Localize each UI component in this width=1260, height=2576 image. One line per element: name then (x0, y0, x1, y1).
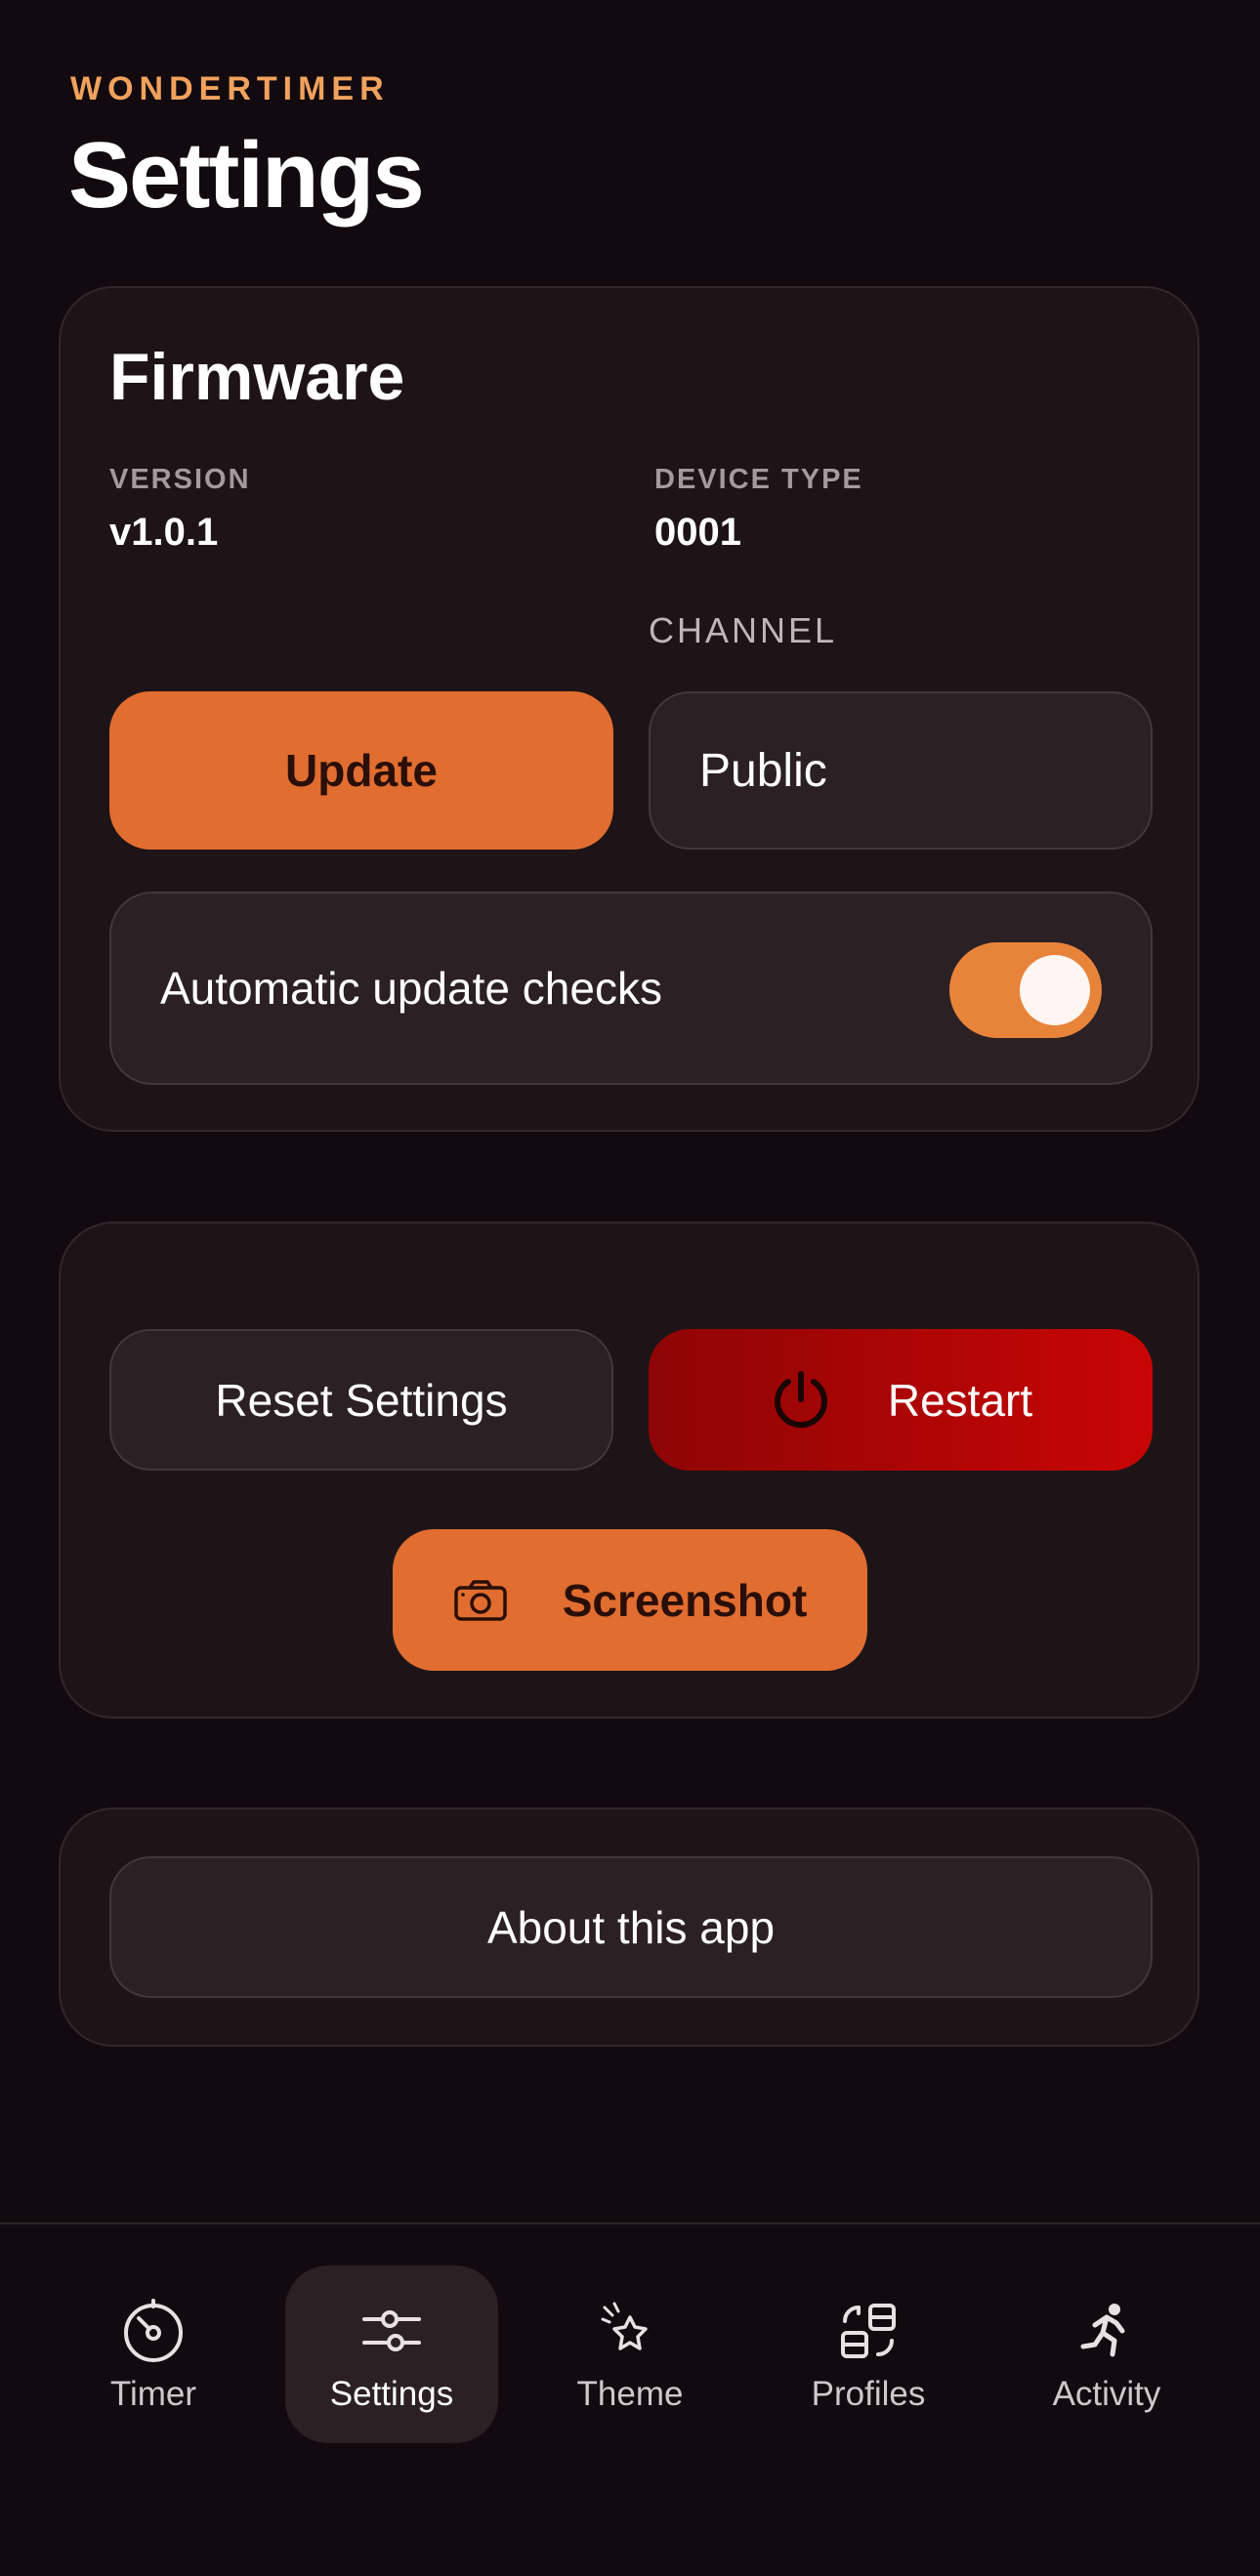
toggle-knob (1020, 955, 1090, 1025)
screenshot-button[interactable]: Screenshot (393, 1529, 867, 1671)
channel-label: CHANNEL (649, 610, 838, 650)
about-label: About this app (486, 1901, 776, 1953)
device-type-value: 0001 (654, 511, 741, 554)
tab-settings[interactable]: Settings (285, 2265, 498, 2443)
reset-settings-button[interactable]: Reset Settings (109, 1329, 613, 1471)
firmware-title: Firmware (109, 340, 405, 414)
tab-profiles-label: Profiles (811, 2375, 926, 2413)
sliders-icon (360, 2295, 423, 2367)
brand-name: WONDERTIMER (70, 70, 390, 107)
about-button[interactable]: About this app (109, 1856, 1153, 1998)
device-type-label: DEVICE TYPE (654, 464, 863, 495)
firmware-card: Firmware VERSION v1.0.1 DEVICE TYPE 0001… (59, 286, 1199, 1132)
running-icon (1075, 2295, 1138, 2367)
power-icon (769, 1368, 833, 1433)
auto-update-label: Automatic update checks (160, 963, 662, 1014)
page-title: Settings (68, 123, 425, 228)
tab-settings-label: Settings (329, 2375, 454, 2413)
tab-activity-label: Activity (1052, 2375, 1161, 2413)
channel-select-value: Public (699, 744, 827, 797)
tab-timer[interactable]: Timer (47, 2265, 260, 2443)
tab-theme-label: Theme (576, 2375, 684, 2413)
reset-settings-label: Reset Settings (215, 1374, 508, 1426)
auto-update-row: Automatic update checks (109, 892, 1153, 1085)
timer-icon (119, 2295, 188, 2367)
tab-timer-label: Timer (109, 2375, 197, 2413)
camera-icon (453, 1579, 508, 1622)
version-value: v1.0.1 (109, 511, 219, 554)
version-label: VERSION (109, 464, 251, 495)
actions-card: Reset Settings Restart Screenshot (59, 1222, 1199, 1719)
theme-icon (599, 2295, 661, 2367)
tab-activity[interactable]: Activity (1000, 2265, 1213, 2443)
channel-select[interactable]: Public (649, 691, 1153, 850)
update-button-label: Update (285, 745, 438, 796)
restart-button[interactable]: Restart (649, 1329, 1153, 1471)
auto-update-toggle[interactable] (949, 942, 1102, 1038)
bottom-tab-bar: Timer Settings Theme Profiles Activity (0, 2223, 1260, 2576)
profiles-icon (837, 2295, 900, 2367)
tab-theme[interactable]: Theme (524, 2265, 736, 2443)
update-button[interactable]: Update (109, 691, 613, 850)
screenshot-label: Screenshot (562, 1574, 808, 1626)
about-card: About this app (59, 1807, 1199, 2047)
tab-profiles[interactable]: Profiles (762, 2265, 975, 2443)
restart-label: Restart (887, 1374, 1033, 1426)
